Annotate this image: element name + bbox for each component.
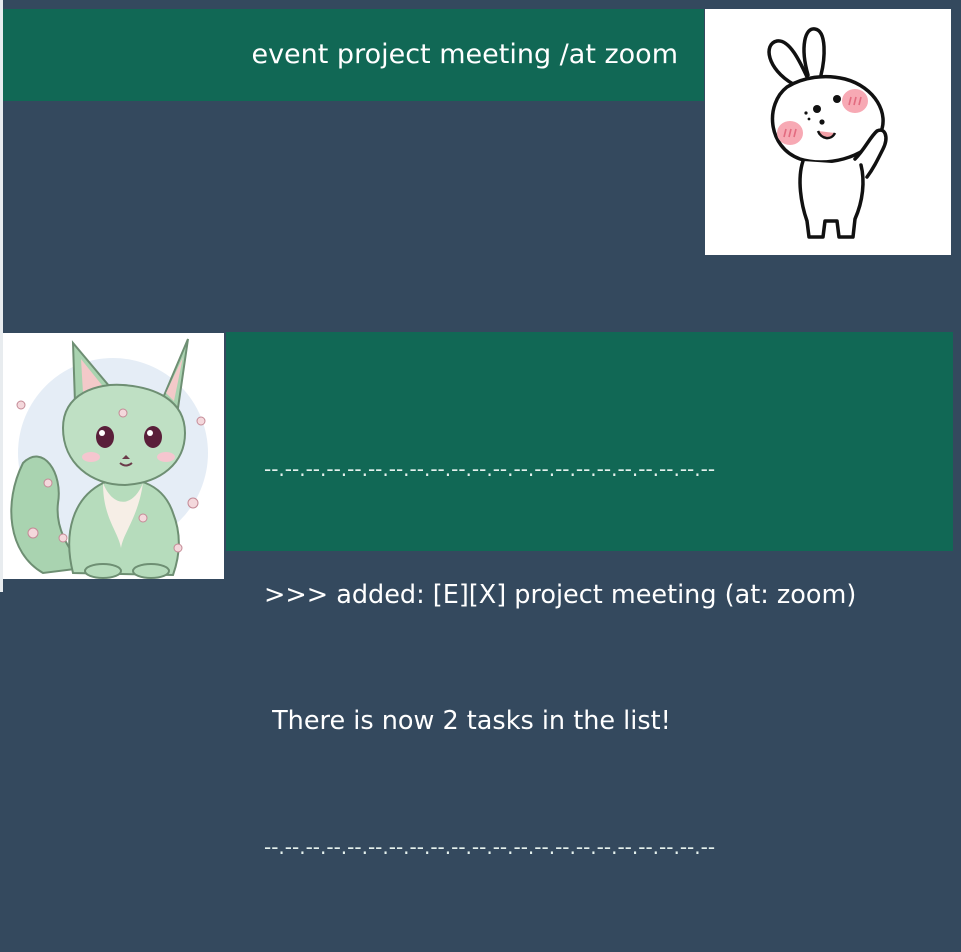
user-message-bubble: event project meeting /at zoom [3,9,704,101]
user-message-text: event project meeting /at zoom [251,39,678,70]
bot-message-text: --.--.--.--.--.--.--.--.--.--.--.--.--.-… [264,364,856,952]
divider-top: --.--.--.--.--.--.--.--.--.--.--.--.--.-… [264,457,716,481]
bot-message-line-count: There is now 2 tasks in the list! [264,706,671,736]
bunny-avatar-illustration [767,27,888,239]
fox-avatar-icon [3,333,224,579]
fox-avatar-illustration [10,338,208,579]
bot-message-line-added: >>> added: [E][X] project meeting (at: z… [264,580,857,610]
bot-message-bubble: --.--.--.--.--.--.--.--.--.--.--.--.--.-… [226,332,953,859]
divider-bottom: --.--.--.--.--.--.--.--.--.--.--.--.--.-… [264,835,716,859]
bunny-avatar-icon [705,9,951,255]
